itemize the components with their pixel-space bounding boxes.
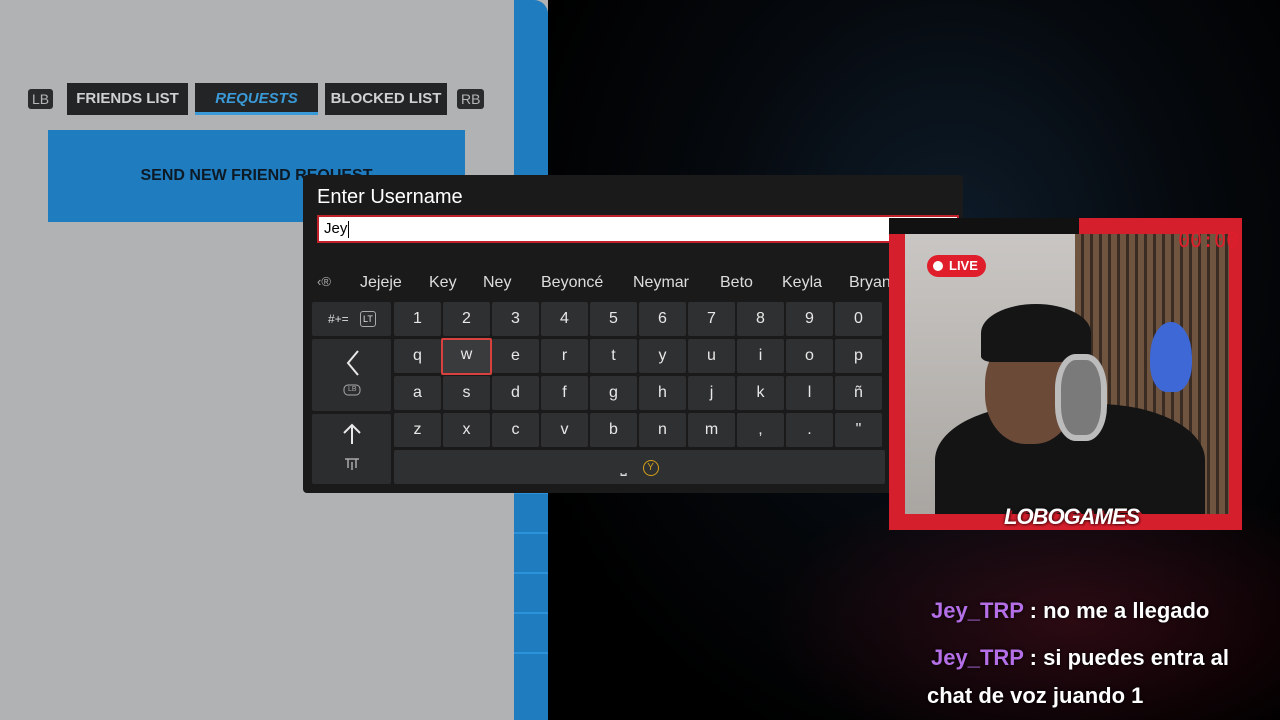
symbols-key[interactable]: #+= LT	[312, 302, 391, 336]
backspace-icon	[343, 350, 361, 396]
webcam-overlay: LIVE	[889, 218, 1242, 530]
chat-username: Jey_TRP	[931, 598, 1024, 623]
lb-bumper-hint: LB	[28, 89, 54, 109]
suggestion-item[interactable]: Key	[429, 271, 457, 295]
key[interactable]: c	[492, 413, 539, 447]
key[interactable]: ñ	[835, 376, 882, 410]
key[interactable]: m	[688, 413, 735, 447]
text-caret	[348, 220, 350, 238]
key[interactable]: l	[786, 376, 833, 410]
key[interactable]: q	[394, 339, 441, 373]
key[interactable]: t	[590, 339, 637, 373]
record-dot-icon	[933, 261, 943, 271]
chat-text: : no me a llegado	[1029, 598, 1210, 623]
key[interactable]: f	[541, 376, 588, 410]
tab-blocked-list[interactable]: BLOCKED LIST	[325, 83, 447, 115]
key[interactable]: 3	[492, 302, 539, 336]
key[interactable]: v	[541, 413, 588, 447]
lt-trigger-hint: LT	[360, 311, 376, 327]
suggestion-bar: ‹® Jejeje Key Ney Beyoncé Neymar Beto Ke…	[303, 271, 889, 295]
chat-message-continuation: chat de voz juando 1	[927, 683, 1144, 708]
key[interactable]: ,	[737, 413, 784, 447]
username-input[interactable]: Jey	[317, 215, 959, 243]
shift-arrow-icon	[343, 423, 361, 470]
suggestion-item[interactable]: Bryan	[849, 271, 889, 295]
key[interactable]: o	[786, 339, 833, 373]
suggestion-item[interactable]: Keyla	[782, 271, 822, 295]
key[interactable]: n	[639, 413, 686, 447]
key[interactable]: 8	[737, 302, 784, 336]
live-badge: LIVE	[927, 255, 986, 277]
suggestion-item[interactable]: Ney	[483, 271, 511, 295]
key[interactable]: 1	[394, 302, 441, 336]
key[interactable]: 0	[835, 302, 882, 336]
chat-message: Jey_TRP : no me a llegado	[931, 598, 1209, 624]
tab-requests[interactable]: REQUESTS	[195, 83, 318, 115]
key[interactable]: 2	[443, 302, 490, 336]
suggestion-item[interactable]: Jejeje	[360, 271, 402, 295]
chat-message: Jey_TRP : si puedes entra al	[931, 645, 1229, 671]
headphones	[1055, 354, 1107, 441]
key[interactable]: i	[737, 339, 784, 373]
key[interactable]: b	[590, 413, 637, 447]
key[interactable]: p	[835, 339, 882, 373]
suggestion-item[interactable]: Beyoncé	[541, 271, 603, 295]
space-key[interactable]: ⎵ Y	[394, 450, 885, 484]
key[interactable]: h	[639, 376, 686, 410]
key[interactable]: u	[688, 339, 735, 373]
shift-key[interactable]	[312, 414, 391, 484]
key[interactable]: 4	[541, 302, 588, 336]
chat-text: : si puedes entra al	[1029, 645, 1229, 670]
backspace-key[interactable]: LB	[312, 339, 391, 411]
key-selected[interactable]: w	[441, 338, 492, 375]
suggestion-item[interactable]: Beto	[720, 271, 753, 295]
key[interactable]: 5	[590, 302, 637, 336]
rb-bumper-hint: RB	[457, 89, 485, 109]
key[interactable]: z	[394, 413, 441, 447]
stream-timer: 00:00	[1178, 228, 1239, 252]
key[interactable]: 6	[639, 302, 686, 336]
tab-friends-list[interactable]: FRIENDS LIST	[67, 83, 188, 115]
key[interactable]: "	[835, 413, 882, 447]
suggestion-item[interactable]: Neymar	[633, 271, 689, 295]
key[interactable]: r	[541, 339, 588, 373]
key[interactable]: 7	[688, 302, 735, 336]
onscreen-keyboard: Enter Username Jey ‹® Jejeje Key Ney Bey…	[303, 175, 963, 493]
key[interactable]: x	[443, 413, 490, 447]
webcam-video: LIVE	[905, 234, 1229, 514]
key[interactable]: j	[688, 376, 735, 410]
key[interactable]: .	[786, 413, 833, 447]
key[interactable]: k	[737, 376, 784, 410]
space-icon: ⎵	[620, 459, 627, 476]
y-button-hint: Y	[642, 460, 659, 477]
key[interactable]: d	[492, 376, 539, 410]
key[interactable]: g	[590, 376, 637, 410]
key[interactable]: 9	[786, 302, 833, 336]
chat-username: Jey_TRP	[931, 645, 1024, 670]
key[interactable]: s	[443, 376, 490, 410]
keyboard-title: Enter Username	[317, 186, 463, 208]
key[interactable]: e	[492, 339, 539, 373]
channel-logo: LOBOGAMES	[1004, 504, 1140, 529]
plush-toy	[1150, 322, 1192, 392]
suggestion-icon: ‹®	[317, 274, 331, 289]
key[interactable]: y	[639, 339, 686, 373]
key[interactable]: a	[394, 376, 441, 410]
